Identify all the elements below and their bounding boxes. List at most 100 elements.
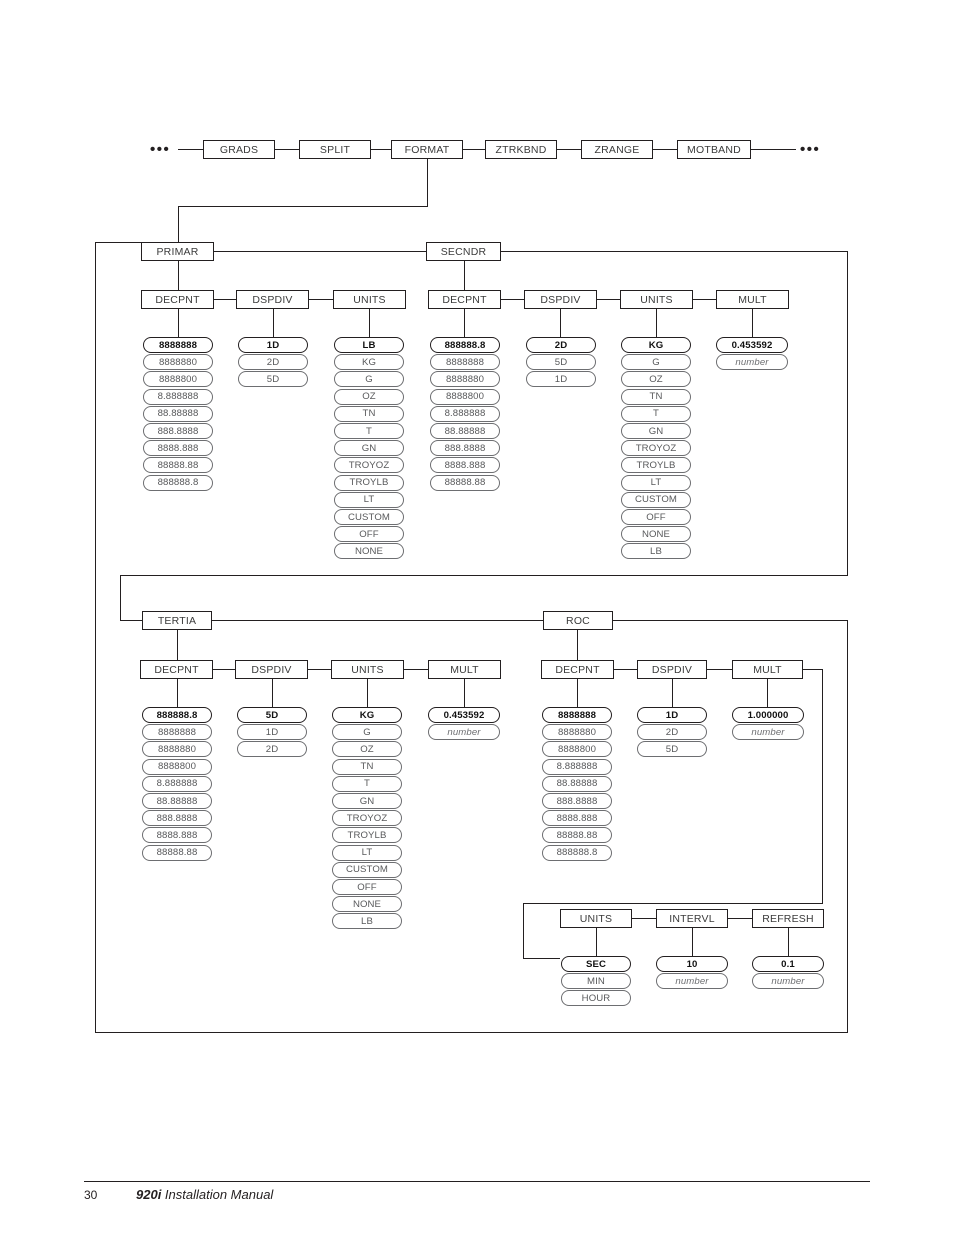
roc-units-option[interactable]: MIN [561,973,631,990]
node-primar-units[interactable]: UNITS [333,290,406,309]
tertia-decpnt-option[interactable]: 888.8888 [142,810,212,827]
tertia-decpnt-option[interactable]: 8888.888 [142,827,212,844]
node-tertia-decpnt[interactable]: DECPNT [140,660,213,679]
roc-dspdiv-option[interactable]: 1D [637,707,707,723]
roc-decpnt-option[interactable]: 8.888888 [542,758,612,775]
node-roc-intervl[interactable]: INTERVL [656,909,728,928]
roc-decpnt-option[interactable]: 8888888 [542,707,612,723]
tertia-decpnt-option[interactable]: 8.888888 [142,775,212,792]
node-secndr-mult[interactable]: MULT [716,290,789,309]
node-secndr[interactable]: SECNDR [426,242,501,261]
roc-intervl-option[interactable]: 10 [656,956,728,972]
roc-dspdiv-option[interactable]: 5D [637,741,707,758]
secndr-units-option[interactable]: TROYLB [621,457,691,474]
tertia-dspdiv-option[interactable]: 1D [237,724,307,741]
tertia-units-option[interactable]: LB [332,913,402,930]
roc-mult-option[interactable]: number [732,724,804,741]
secndr-units-option[interactable]: NONE [621,526,691,543]
secndr-units-option[interactable]: TROYOZ [621,440,691,457]
node-secndr-units[interactable]: UNITS [620,290,693,309]
roc-refresh-option[interactable]: number [752,973,824,990]
primar-decpnt-option[interactable]: 888888.8 [143,474,213,491]
tertia-decpnt-option[interactable]: 8888800 [142,758,212,775]
primar-decpnt-option[interactable]: 8888800 [143,371,213,388]
node-tertia-dspdiv[interactable]: DSPDIV [235,660,308,679]
roc-intervl-option[interactable]: number [656,973,728,990]
tertia-units-option[interactable]: GN [332,793,402,809]
primar-units-option[interactable]: KG [334,354,404,371]
tertia-mult-option[interactable]: 0.453592 [428,707,500,723]
node-grads[interactable]: GRADS [203,140,275,159]
secndr-units-option[interactable]: GN [621,423,691,439]
primar-units-option[interactable]: LB [334,337,404,353]
primar-decpnt-option[interactable]: 8888888 [143,337,213,353]
secndr-units-option[interactable]: OFF [621,509,691,525]
node-secndr-dspdiv[interactable]: DSPDIV [524,290,597,309]
node-primar-decpnt[interactable]: DECPNT [141,290,214,309]
primar-decpnt-option[interactable]: 88.88888 [143,405,213,422]
tertia-units-option[interactable]: OFF [332,879,402,895]
secndr-dspdiv-option[interactable]: 1D [526,371,596,388]
secndr-units-option[interactable]: KG [621,337,691,353]
primar-units-option[interactable]: LT [334,491,404,508]
roc-decpnt-option[interactable]: 888888.8 [542,844,612,861]
node-zrange[interactable]: ZRANGE [581,140,653,159]
primar-dspdiv-option[interactable]: 5D [238,371,308,388]
node-roc-mult[interactable]: MULT [732,660,803,679]
tertia-units-option[interactable]: LT [332,844,402,861]
roc-decpnt-option[interactable]: 888.8888 [542,793,612,809]
primar-units-option[interactable]: TROYOZ [334,457,404,474]
secndr-decpnt-option[interactable]: 8888880 [430,371,500,388]
secndr-decpnt-option[interactable]: 8.888888 [430,405,500,422]
secndr-decpnt-option[interactable]: 88888.88 [430,474,500,491]
node-format[interactable]: FORMAT [391,140,463,159]
tertia-decpnt-option[interactable]: 8888880 [142,741,212,758]
node-roc-refresh[interactable]: REFRESH [752,909,824,928]
primar-decpnt-option[interactable]: 8888880 [143,354,213,371]
tertia-mult-option[interactable]: number [428,724,500,741]
tertia-units-option[interactable]: KG [332,707,402,723]
primar-decpnt-option[interactable]: 88888.88 [143,457,213,474]
primar-units-option[interactable]: CUSTOM [334,509,404,525]
tertia-units-option[interactable]: TROYOZ [332,810,402,827]
secndr-units-option[interactable]: TN [621,388,691,405]
secndr-decpnt-option[interactable]: 8888888 [430,354,500,371]
tertia-units-option[interactable]: NONE [332,896,402,913]
roc-dspdiv-option[interactable]: 2D [637,724,707,741]
tertia-dspdiv-option[interactable]: 2D [237,741,307,758]
tertia-units-option[interactable]: TN [332,758,402,775]
node-motband[interactable]: MOTBAND [677,140,751,159]
tertia-units-option[interactable]: TROYLB [332,827,402,844]
roc-units-option[interactable]: SEC [561,956,631,972]
node-roc-units[interactable]: UNITS [560,909,632,928]
roc-decpnt-option[interactable]: 8888880 [542,724,612,741]
primar-decpnt-option[interactable]: 8.888888 [143,388,213,405]
secndr-units-option[interactable]: LT [621,474,691,491]
secndr-mult-option[interactable]: number [716,354,788,371]
primar-units-option[interactable]: NONE [334,543,404,560]
tertia-units-option[interactable]: T [332,775,402,792]
primar-dspdiv-option[interactable]: 2D [238,354,308,371]
node-primar-dspdiv[interactable]: DSPDIV [236,290,309,309]
primar-decpnt-option[interactable]: 888.8888 [143,423,213,439]
secndr-decpnt-option[interactable]: 88.88888 [430,423,500,439]
tertia-decpnt-option[interactable]: 8888888 [142,724,212,741]
secndr-units-option[interactable]: LB [621,543,691,560]
roc-decpnt-option[interactable]: 88888.88 [542,827,612,844]
primar-units-option[interactable]: TN [334,405,404,422]
primar-units-option[interactable]: G [334,371,404,388]
secndr-units-option[interactable]: T [621,405,691,422]
tertia-units-option[interactable]: G [332,724,402,741]
primar-units-option[interactable]: GN [334,440,404,457]
tertia-dspdiv-option[interactable]: 5D [237,707,307,723]
primar-units-option[interactable]: OFF [334,526,404,543]
node-tertia-mult[interactable]: MULT [428,660,501,679]
node-tertia[interactable]: TERTIA [142,611,212,630]
roc-units-option[interactable]: HOUR [561,990,631,1007]
tertia-units-option[interactable]: CUSTOM [332,861,402,878]
roc-decpnt-option[interactable]: 8888800 [542,741,612,758]
tertia-units-option[interactable]: OZ [332,741,402,758]
node-ztrkbnd[interactable]: ZTRKBND [485,140,557,159]
node-secndr-decpnt[interactable]: DECPNT [428,290,501,309]
roc-decpnt-option[interactable]: 8888.888 [542,810,612,827]
